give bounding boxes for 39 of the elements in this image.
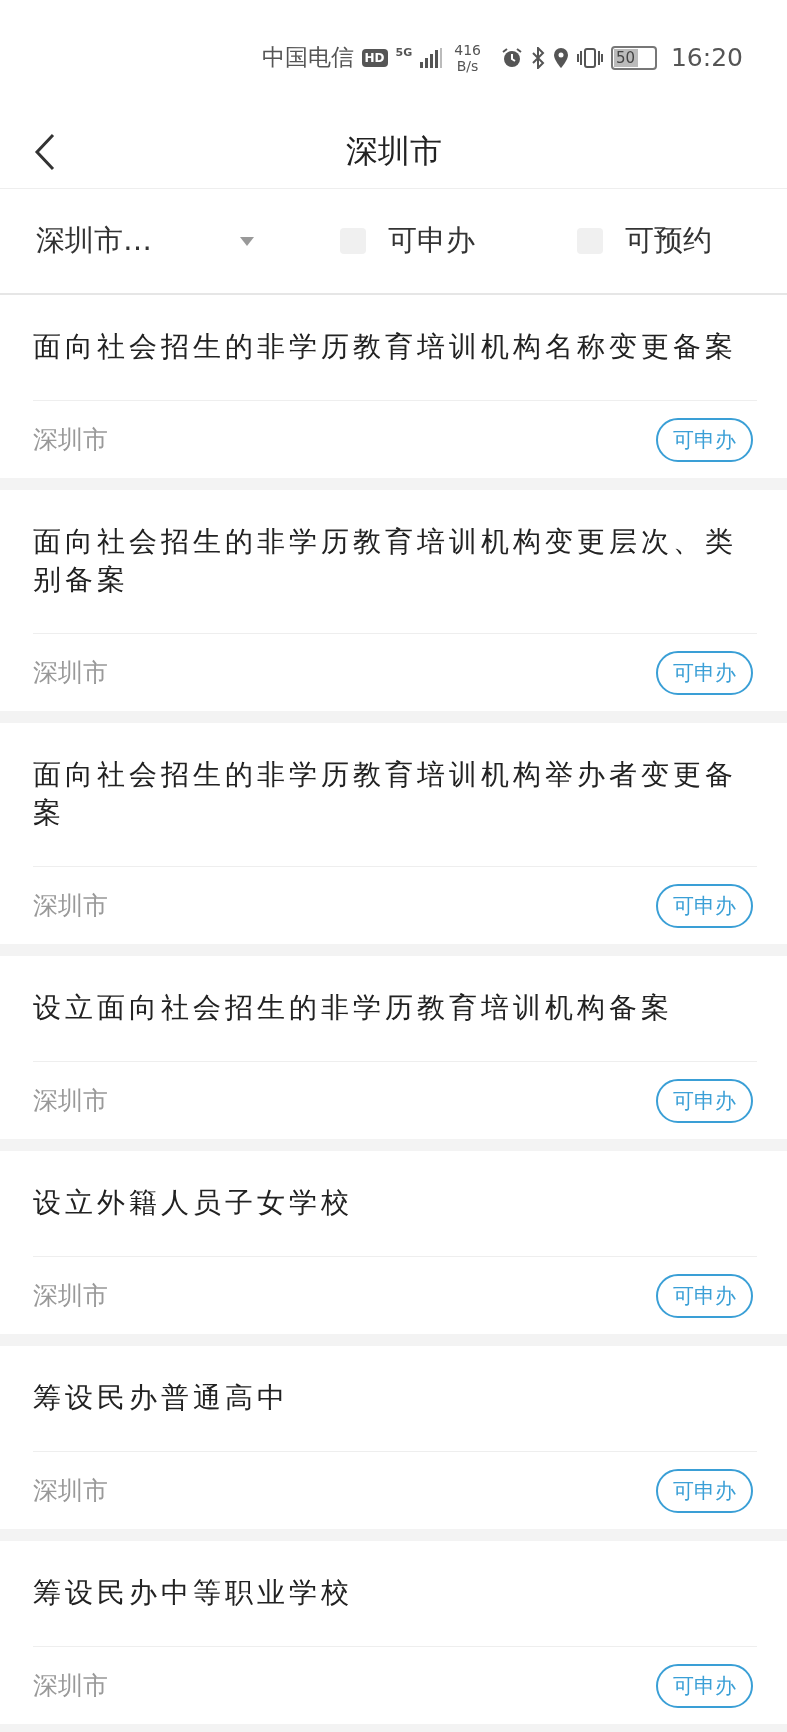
service-card[interactable]: 筹设民办普通高中 深圳市 可申办 <box>0 1346 787 1529</box>
service-title: 面向社会招生的非学历教育培训机构名称变更备案 <box>33 295 757 401</box>
status-tag: 可申办 <box>656 650 753 695</box>
region-label: 深圳市 <box>33 657 108 689</box>
checkbox-label[interactable]: 可预约 <box>625 221 712 261</box>
status-tag: 可申办 <box>656 1078 753 1123</box>
status-tag: 可申办 <box>656 1273 753 1318</box>
region-label: 深圳市 <box>33 1280 108 1312</box>
service-card[interactable]: 筹设民办中等职业学校 深圳市 可申办 <box>0 1541 787 1724</box>
service-title: 筹设民办普通高中 <box>33 1346 757 1452</box>
page-title: 深圳市 <box>345 130 442 172</box>
speed-value: 416 <box>454 41 481 58</box>
battery-icon: 50 <box>610 45 657 70</box>
service-card[interactable]: 面向社会招生的非学历教育培训机构名称变更备案 深圳市 可申办 <box>0 295 787 478</box>
speed-unit: B/s <box>456 57 479 74</box>
carrier-name: 中国电信 <box>261 43 354 72</box>
status-tag: 可申办 <box>656 883 753 928</box>
region-label: 深圳市 <box>33 1670 108 1702</box>
status-tag: 可申办 <box>656 1663 753 1708</box>
region-label: 深圳市 <box>33 890 108 922</box>
region-label: 深圳市 <box>33 424 108 456</box>
service-card[interactable]: 面向社会招生的非学历教育培训机构举办者变更备案 深圳市 可申办 <box>0 723 787 944</box>
service-title: 设立外籍人员子女学校 <box>33 1151 757 1257</box>
region-label: 深圳市 <box>33 1475 108 1507</box>
service-card[interactable]: 面向社会招生的非学历教育培训机构变更层次、类别备案 深圳市 可申办 <box>0 490 787 711</box>
service-title: 面向社会招生的非学历教育培训机构变更层次、类别备案 <box>33 490 757 634</box>
service-card[interactable]: 设立外籍人员子女学校 深圳市 可申办 <box>0 1151 787 1334</box>
service-title: 面向社会招生的非学历教育培训机构举办者变更备案 <box>33 723 757 867</box>
service-title: 筹设民办中等职业学校 <box>33 1541 757 1647</box>
hd-badge: HD <box>361 48 388 67</box>
status-tag: 可申办 <box>656 1468 753 1513</box>
clock-time: 16:20 <box>670 43 743 72</box>
checkbox-label[interactable]: 可申办 <box>388 221 475 261</box>
service-card[interactable]: 设立面向社会招生的非学历教育培训机构备案 深圳市 可申办 <box>0 956 787 1139</box>
network-type: 5G <box>395 46 413 59</box>
status-tag: 可申办 <box>656 417 753 462</box>
region-label: 深圳市 <box>33 1085 108 1117</box>
service-title: 设立面向社会招生的非学历教育培训机构备案 <box>33 956 757 1062</box>
region-dropdown[interactable]: 深圳市… <box>36 221 198 261</box>
